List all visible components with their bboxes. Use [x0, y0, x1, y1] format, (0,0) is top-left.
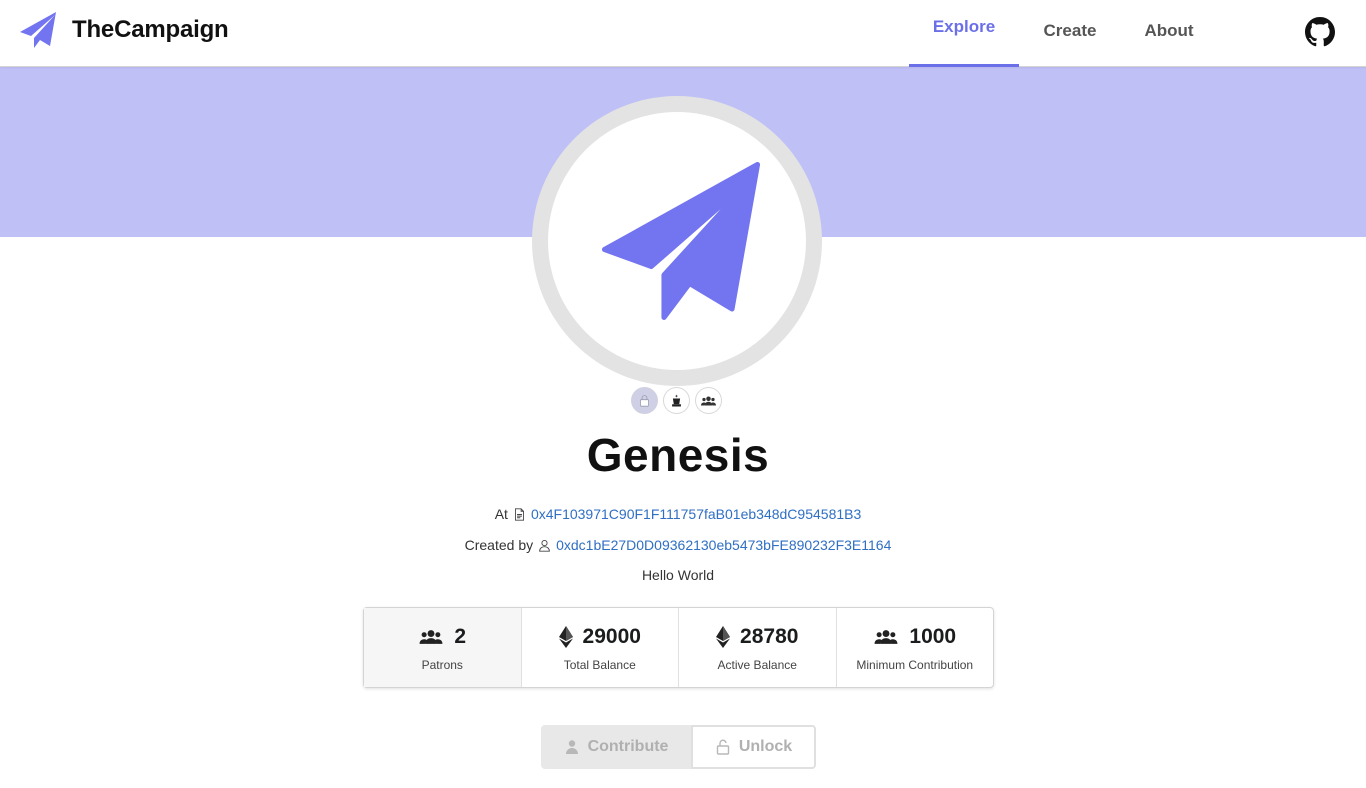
created-by-label: Created by — [464, 537, 534, 553]
campaign-avatar — [532, 96, 822, 386]
paper-plane-icon — [601, 161, 761, 321]
ethereum-icon — [716, 625, 731, 648]
stat-total-balance: 29000 Total Balance — [522, 608, 679, 687]
user-icon — [539, 539, 550, 552]
campaign-description: Hello World — [641, 567, 715, 583]
total-balance-label: Total Balance — [563, 657, 636, 672]
ethereum-icon — [558, 625, 573, 648]
top-navigation-bar: TheCampaign Explore Create About — [0, 0, 1366, 67]
campaign-address-line: At 0x4F103971C90F1F111757faB01eb348dC954… — [0, 506, 1356, 522]
stat-active-balance: 28780 Active Balance — [679, 608, 837, 687]
creator-line: Created by 0xdc1bE27D0D09362130eb5473bFE… — [0, 537, 1356, 553]
total-balance-value: 29000 — [582, 624, 641, 648]
minimum-contribution-label: Minimum Contribution — [856, 657, 974, 672]
unlock-icon — [716, 739, 730, 755]
users-icon — [419, 629, 443, 644]
status-badges — [631, 387, 722, 414]
patrons-label: Patrons — [421, 657, 463, 672]
patrons-value: 2 — [454, 624, 467, 648]
brand-logo[interactable]: TheCampaign — [18, 10, 229, 50]
active-balance-label: Active Balance — [717, 657, 797, 672]
lock-icon — [631, 387, 658, 414]
file-icon — [514, 507, 524, 521]
minimum-contribution-value: 1000 — [909, 624, 957, 648]
users-icon — [874, 629, 898, 644]
active-balance-value: 28780 — [740, 624, 799, 648]
contribute-button[interactable]: Contribute — [541, 725, 691, 769]
chess-king-icon — [663, 387, 690, 414]
nav-about[interactable]: About — [1120, 0, 1218, 67]
user-icon — [565, 740, 578, 754]
nav-create[interactable]: Create — [1020, 0, 1120, 67]
stat-patrons: 2 Patrons — [364, 608, 522, 687]
paper-plane-icon — [20, 12, 56, 48]
creator-address-link[interactable]: 0xdc1bE27D0D09362130eb5473bFE890232F3E11… — [556, 537, 891, 553]
brand-name: TheCampaign — [72, 16, 229, 43]
contribute-label: Contribute — [587, 738, 669, 755]
users-icon — [695, 387, 722, 414]
campaign-title: Genesis — [586, 429, 770, 481]
campaign-stats: 2 Patrons 29000 Total Balance 28780 Acti… — [363, 607, 994, 688]
unlock-button[interactable]: Unlock — [691, 725, 816, 769]
action-buttons: Contribute Unlock — [541, 725, 816, 769]
nav-explore[interactable]: Explore — [909, 0, 1019, 67]
stat-minimum-contribution: 1000 Minimum Contribution — [837, 608, 994, 687]
at-label: At — [494, 506, 508, 522]
unlock-label: Unlock — [738, 738, 793, 755]
github-icon[interactable] — [1305, 17, 1335, 47]
campaign-address-link[interactable]: 0x4F103971C90F1F111757faB01eb348dC954581… — [531, 506, 861, 522]
avatar-inner — [548, 112, 806, 370]
